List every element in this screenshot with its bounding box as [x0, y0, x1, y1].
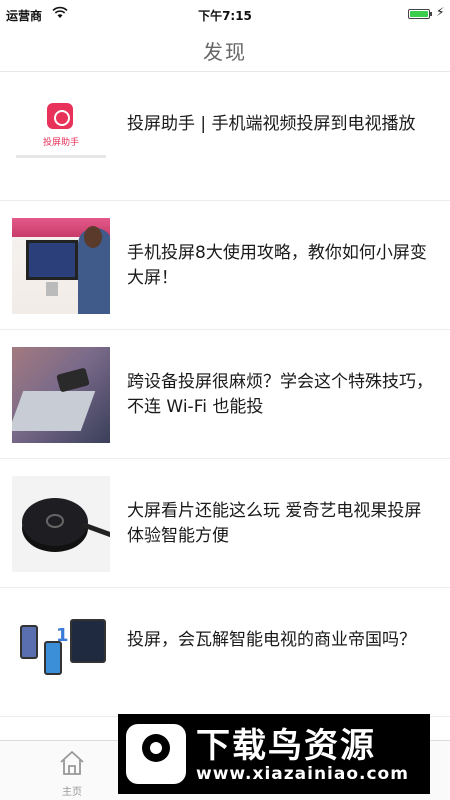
list-item[interactable]: 手机投屏8大使用攻略，教你如何小屏变大屏！ [0, 201, 450, 330]
cable-shape [82, 522, 110, 539]
phone-shape [44, 641, 62, 675]
article-title[interactable]: 跨设备投屏很麻烦？学会这个特殊技巧，不连 Wi-Fi 也能投 [127, 370, 434, 420]
article-feed[interactable]: 投屏助手 投屏助手 | 手机端视频投屏到电视播放 手机投屏8大使用攻略，教你如何… [0, 72, 450, 740]
charging-icon: ⚡ [436, 5, 445, 19]
monitor-shape [26, 240, 78, 280]
battery-fill [410, 11, 428, 17]
phone-shape [20, 625, 38, 659]
thumbnail-subline [16, 155, 106, 158]
thumbnail-caption: 投屏助手 [42, 138, 79, 148]
status-bar: 运营商 下午7:15 ⚡ [0, 0, 450, 28]
tablet-shape [70, 619, 106, 663]
article-title[interactable]: 投屏，会瓦解智能电视的商业帝国吗？ [127, 628, 434, 653]
nav-bar: 发现 [0, 28, 450, 72]
watermark-title: 下载鸟资源 [196, 726, 376, 766]
cast-app-icon [47, 103, 73, 129]
list-item[interactable]: 投屏助手 投屏助手 | 手机端视频投屏到电视播放 [0, 72, 450, 201]
tab-home[interactable]: 主页 [50, 747, 94, 798]
list-item[interactable]: 大屏看片还能这么玩 爱奇艺电视果投屏体验智能方便 [0, 459, 450, 588]
watermark-overlay: 下载鸟资源 www.xiazainiao.com [118, 714, 430, 794]
battery-icon [408, 9, 430, 19]
article-thumbnail [12, 218, 110, 314]
phone-shape [56, 367, 90, 393]
monitor-stand-shape [46, 282, 58, 296]
page-title: 发现 [203, 40, 247, 64]
article-thumbnail: 1 [12, 605, 110, 701]
dongle-ring-shape [46, 514, 64, 528]
laptop-shape [12, 391, 96, 431]
article-thumbnail: 投屏助手 [12, 89, 110, 185]
article-title[interactable]: 大屏看片还能这么玩 爱奇艺电视果投屏体验智能方便 [127, 499, 434, 549]
list-item[interactable]: 跨设备投屏很麻烦？学会这个特殊技巧，不连 Wi-Fi 也能投 [0, 330, 450, 459]
person-head-shape [84, 226, 102, 248]
tab-home-label: 主页 [62, 787, 82, 798]
article-thumbnail [12, 476, 110, 572]
home-icon [60, 751, 84, 775]
thumbnail-number: 1 [56, 625, 69, 646]
status-time: 下午7:15 [198, 9, 252, 23]
article-title[interactable]: 投屏助手 | 手机端视频投屏到电视播放 [127, 112, 434, 137]
battery-tip [430, 12, 432, 16]
article-thumbnail [12, 347, 110, 443]
article-title[interactable]: 手机投屏8大使用攻略，教你如何小屏变大屏！ [127, 241, 434, 291]
list-item[interactable]: 1 投屏，会瓦解智能电视的商业帝国吗？ [0, 588, 450, 717]
bird-logo-icon [126, 724, 186, 784]
watermark-url: www.xiazainiao.com [196, 764, 409, 784]
